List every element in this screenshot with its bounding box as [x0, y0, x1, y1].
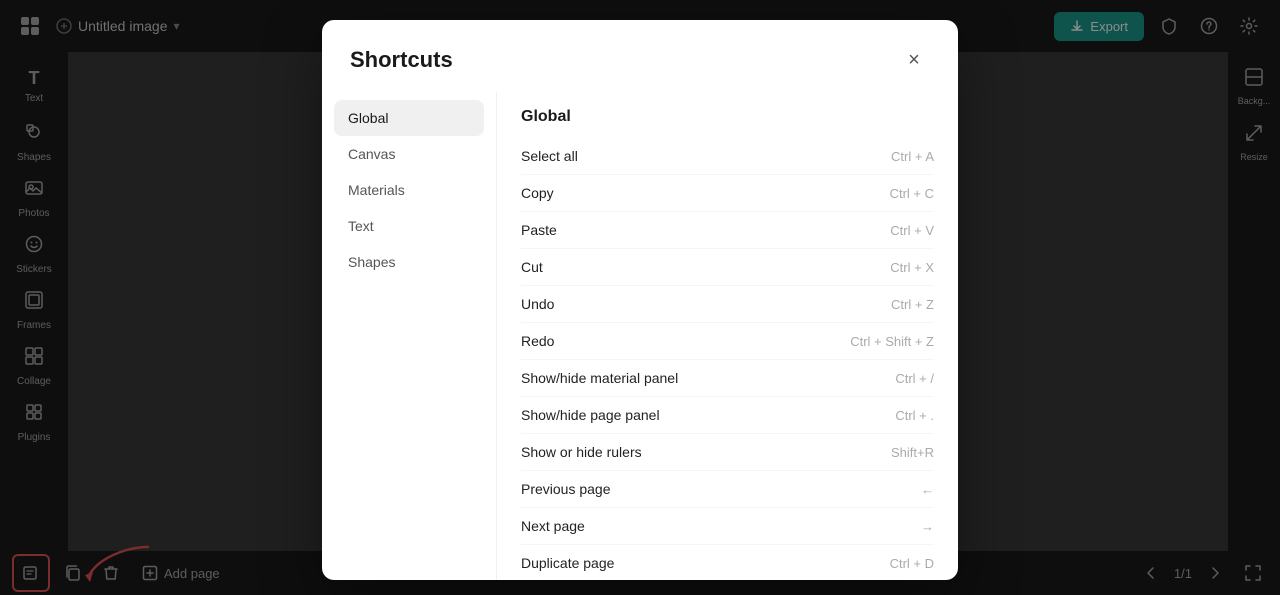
shortcut-keys: Ctrl + X: [890, 260, 934, 275]
shortcut-row: Duplicate page Ctrl + D: [521, 545, 934, 580]
close-icon: ×: [908, 49, 920, 72]
shortcuts-section-title: Global: [521, 100, 934, 138]
shortcut-name: Cut: [521, 259, 543, 275]
close-dialog-button[interactable]: ×: [898, 44, 930, 76]
shortcuts-list: Global Select all Ctrl + A Copy Ctrl + C Pas…: [497, 92, 958, 580]
shortcut-row: Next page →: [521, 508, 934, 545]
dialog-body: Global Canvas Materials Text Shapes: [322, 92, 958, 580]
nav-item-global-label: Global: [348, 110, 388, 126]
shortcut-row: Previous page ←: [521, 471, 934, 508]
shortcut-row: Show/hide material panel Ctrl + /: [521, 360, 934, 397]
nav-item-materials[interactable]: Materials: [334, 172, 484, 208]
shortcut-row: Copy Ctrl + C: [521, 175, 934, 212]
shortcut-row: Cut Ctrl + X: [521, 249, 934, 286]
shortcut-keys: Ctrl + D: [890, 556, 934, 571]
shortcut-name: Show/hide material panel: [521, 370, 678, 386]
shortcut-keys: Ctrl + V: [890, 223, 934, 238]
shortcut-keys: Ctrl + C: [890, 186, 934, 201]
nav-item-text-label: Text: [348, 218, 374, 234]
shortcut-name: Select all: [521, 148, 578, 164]
shortcut-keys: Ctrl + Shift + Z: [850, 334, 934, 349]
dialog-header: Shortcuts ×: [322, 20, 958, 92]
shortcut-row: Paste Ctrl + V: [521, 212, 934, 249]
shortcut-name: Paste: [521, 222, 557, 238]
shortcut-keys: Ctrl + Z: [891, 297, 934, 312]
shortcut-name: Show/hide page panel: [521, 407, 660, 423]
shortcut-name: Previous page: [521, 481, 611, 497]
shortcut-name: Redo: [521, 333, 554, 349]
shortcut-name: Duplicate page: [521, 555, 614, 571]
shortcut-name: Show or hide rulers: [521, 444, 642, 460]
nav-item-shapes[interactable]: Shapes: [334, 244, 484, 280]
shortcut-keys: →: [921, 519, 934, 534]
nav-item-shapes-label: Shapes: [348, 254, 395, 270]
shortcut-row: Redo Ctrl + Shift + Z: [521, 323, 934, 360]
nav-item-canvas[interactable]: Canvas: [334, 136, 484, 172]
shortcut-row: Show or hide rulers Shift+R: [521, 434, 934, 471]
nav-item-materials-label: Materials: [348, 182, 405, 198]
shortcut-row: Select all Ctrl + A: [521, 138, 934, 175]
shortcut-name: Copy: [521, 185, 554, 201]
shortcut-name: Next page: [521, 518, 585, 534]
app-container: Untitled image ▾ Export: [0, 0, 1280, 595]
dialog-title: Shortcuts: [350, 47, 453, 73]
shortcuts-rows-container: Select all Ctrl + A Copy Ctrl + C Paste Ctrl …: [521, 138, 934, 580]
shortcut-row: Show/hide page panel Ctrl + .: [521, 397, 934, 434]
modal-overlay: Shortcuts × Global Canvas Materials: [0, 0, 1280, 595]
nav-item-canvas-label: Canvas: [348, 146, 395, 162]
shortcut-keys: Ctrl + .: [895, 408, 934, 423]
shortcuts-dialog: Shortcuts × Global Canvas Materials: [322, 20, 958, 580]
shortcut-name: Undo: [521, 296, 554, 312]
shortcut-keys: Shift+R: [891, 445, 934, 460]
shortcut-keys: Ctrl + A: [891, 149, 934, 164]
shortcut-keys: ←: [921, 482, 934, 497]
nav-item-text[interactable]: Text: [334, 208, 484, 244]
nav-item-global[interactable]: Global: [334, 100, 484, 136]
shortcuts-nav-list: Global Canvas Materials Text Shapes: [322, 92, 497, 580]
shortcut-keys: Ctrl + /: [895, 371, 934, 386]
shortcut-row: Undo Ctrl + Z: [521, 286, 934, 323]
